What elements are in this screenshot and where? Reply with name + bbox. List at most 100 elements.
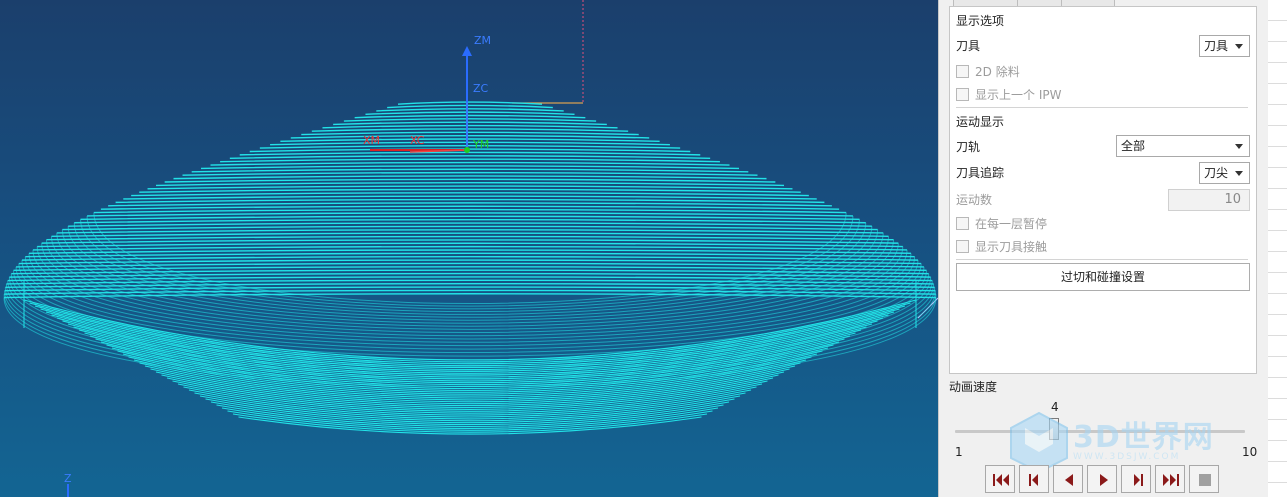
animation-speed-label: 动画速度 bbox=[949, 380, 998, 394]
toolpath-pass bbox=[301, 131, 639, 136]
play-forward-icon bbox=[1100, 474, 1108, 486]
axis-label-zc: ZC bbox=[473, 82, 489, 95]
axis-label-z: Z bbox=[64, 472, 72, 485]
chk-pause-each-layer[interactable]: 在每一层暂停 bbox=[956, 214, 1047, 234]
chk-show-tool-contact-label: 显示刀具接触 bbox=[975, 240, 1048, 254]
toolpath-pass bbox=[259, 145, 681, 149]
toolpath-pass bbox=[210, 161, 730, 166]
toolpath-pass bbox=[173, 175, 767, 180]
toolpath-pass bbox=[290, 134, 650, 139]
zm-arrow bbox=[462, 46, 472, 56]
chevron-down-icon bbox=[1235, 144, 1243, 149]
motion-count-label: 运动数 bbox=[956, 193, 993, 207]
background-sheet bbox=[1268, 0, 1287, 497]
toolpath-pass bbox=[200, 165, 740, 170]
trace-label: 刀具追踪 bbox=[956, 166, 1005, 180]
rewind-to-start-icon bbox=[993, 474, 1009, 486]
watermark-logo: 3D世界网 WWW.3DSJW.COM bbox=[1001, 410, 1271, 474]
display-options-group: 显示选项 刀具 刀具 2D 除料 显示上一个 IPW 运动显示 刀轨 全部 刀具… bbox=[949, 6, 1257, 374]
path-select[interactable]: 全部 bbox=[1116, 135, 1250, 157]
chk-2d-removal-label: 2D 除料 bbox=[975, 65, 1020, 79]
step-forward-button[interactable] bbox=[1121, 465, 1151, 493]
checkbox-icon[interactable] bbox=[956, 217, 969, 230]
toolpath-pass bbox=[354, 114, 586, 119]
checkbox-icon[interactable] bbox=[956, 65, 969, 78]
chevron-down-icon bbox=[1235, 44, 1243, 49]
toolpath-pass bbox=[376, 108, 564, 112]
section-motion-display: 运动显示 bbox=[956, 115, 1005, 129]
toolpath-pass bbox=[333, 121, 607, 126]
path-label: 刀轨 bbox=[956, 140, 981, 154]
visualize-panel: 显示选项 刀具 刀具 2D 除料 显示上一个 IPW 运动显示 刀轨 全部 刀具… bbox=[938, 0, 1269, 497]
toolpath-pass bbox=[365, 111, 575, 115]
tool-select[interactable]: 刀具 bbox=[1199, 35, 1250, 57]
origin-point bbox=[464, 147, 470, 153]
toolpath-pass bbox=[74, 219, 866, 224]
play-reverse-button[interactable] bbox=[1053, 465, 1083, 493]
separator bbox=[956, 259, 1248, 260]
toolpath-pass bbox=[229, 155, 711, 159]
toolpath-pass bbox=[93, 208, 847, 214]
checkbox-icon[interactable] bbox=[956, 88, 969, 101]
chk-pause-each-layer-label: 在每一层暂停 bbox=[975, 217, 1048, 231]
toolpath-pass bbox=[270, 141, 670, 146]
toolpath-scene: ZM ZC XM XC YM Z bbox=[3, 0, 938, 497]
checkbox-icon[interactable] bbox=[956, 240, 969, 253]
separator bbox=[956, 107, 1248, 108]
toolpath-pass bbox=[100, 205, 840, 210]
toolpath-pass bbox=[311, 128, 629, 132]
toolpath-pass bbox=[56, 229, 884, 234]
chevron-down-icon bbox=[1235, 171, 1243, 176]
path-select-value: 全部 bbox=[1121, 139, 1146, 153]
toolpath-pass bbox=[387, 104, 553, 109]
axis-label-xc: XC bbox=[410, 134, 425, 147]
axis-label-zm: ZM bbox=[474, 34, 491, 47]
chk-prev-ipw[interactable]: 显示上一个 IPW bbox=[956, 85, 1061, 105]
toolpath-pass bbox=[155, 182, 785, 187]
toolpath-pass bbox=[147, 185, 793, 190]
toolpath-pass bbox=[397, 101, 543, 105]
toolpath-pass bbox=[249, 148, 691, 153]
toolpath-pass bbox=[131, 192, 809, 197]
stop-icon bbox=[1199, 474, 1211, 486]
trace-select-value: 刀尖 bbox=[1204, 166, 1229, 180]
toolpath-pass bbox=[108, 202, 832, 207]
chk-prev-ipw-label: 显示上一个 IPW bbox=[975, 88, 1062, 102]
toolpath-pass bbox=[139, 188, 801, 193]
fast-forward-button[interactable] bbox=[1155, 465, 1185, 493]
toolpath-pass bbox=[239, 151, 701, 156]
chk-2d-removal[interactable]: 2D 除料 bbox=[956, 62, 1020, 82]
toolpath-pass bbox=[68, 222, 872, 227]
toolpath-pass bbox=[343, 118, 597, 122]
section-display-options: 显示选项 bbox=[956, 14, 1005, 28]
tool-label: 刀具 bbox=[956, 39, 981, 53]
fast-forward-icon bbox=[1163, 474, 1179, 486]
axis-label-xm: XM bbox=[363, 134, 380, 147]
toolpath-pass bbox=[115, 198, 825, 204]
toolpath-pass bbox=[280, 138, 660, 143]
stop-button[interactable] bbox=[1189, 465, 1219, 493]
toolpath-pass bbox=[322, 124, 618, 129]
toolpath-pass bbox=[182, 171, 758, 176]
play-reverse-icon bbox=[1065, 474, 1073, 486]
tool-select-value: 刀具 bbox=[1204, 39, 1229, 53]
graphics-viewport[interactable]: ZM ZC XM XC YM Z bbox=[0, 0, 938, 497]
step-forward-icon bbox=[1134, 474, 1143, 486]
watermark-text: 3D世界网 bbox=[1073, 420, 1214, 455]
play-forward-button[interactable] bbox=[1087, 465, 1117, 493]
toolpath-pass bbox=[123, 195, 817, 200]
chk-show-tool-contact[interactable]: 显示刀具接触 bbox=[956, 237, 1047, 257]
toolpath-pass bbox=[191, 168, 749, 173]
toolpath-pass bbox=[80, 215, 860, 221]
toolpath-pass bbox=[164, 178, 776, 183]
axis-label-ym: YM bbox=[472, 138, 489, 151]
speed-min-label: 1 bbox=[955, 445, 963, 459]
step-back-icon bbox=[1029, 474, 1038, 486]
rewind-to-start-button[interactable] bbox=[985, 465, 1015, 493]
trace-select[interactable]: 刀尖 bbox=[1199, 162, 1250, 184]
toolpath-pass bbox=[87, 212, 853, 217]
collision-settings-button[interactable]: 过切和碰撞设置 bbox=[956, 263, 1250, 291]
toolpath-pass bbox=[62, 225, 878, 231]
step-back-button[interactable] bbox=[1019, 465, 1049, 493]
motion-count-input[interactable]: 10 bbox=[1168, 189, 1250, 211]
